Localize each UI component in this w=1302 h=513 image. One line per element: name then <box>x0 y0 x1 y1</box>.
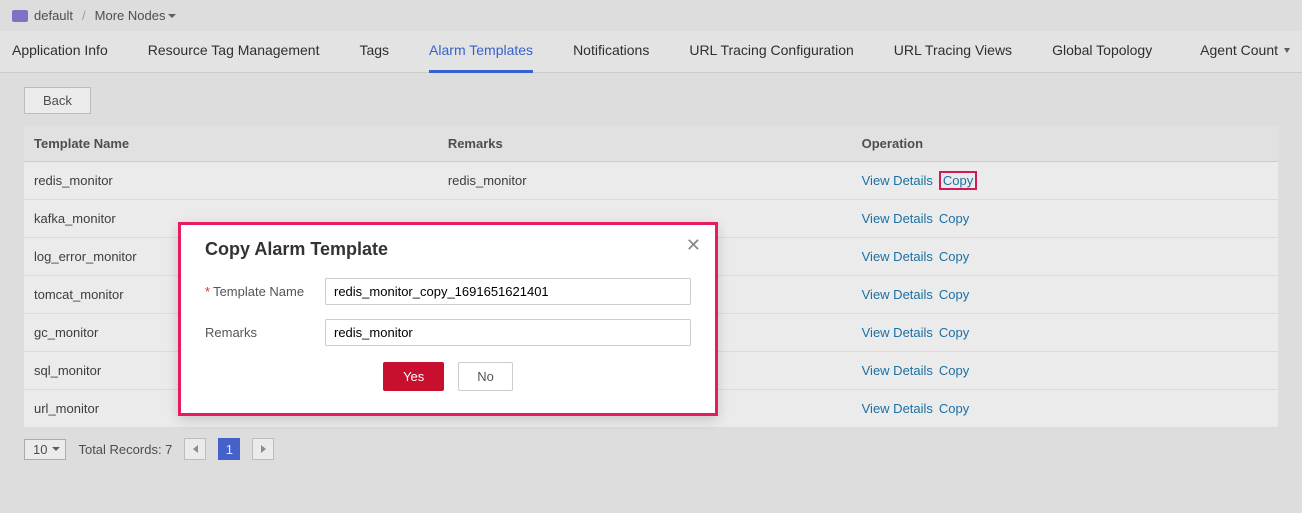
chevron-left-icon <box>193 445 198 453</box>
remarks-input[interactable] <box>325 319 691 346</box>
col-operation: Operation <box>852 126 1278 162</box>
tab-alarm-templates[interactable]: Alarm Templates <box>429 31 533 73</box>
cell-operation: View Details Copy <box>852 200 1278 238</box>
page-number-current[interactable]: 1 <box>218 438 240 460</box>
label-template-name: Template Name <box>205 284 315 299</box>
view-details-link[interactable]: View Details <box>862 287 933 302</box>
cell-remarks: redis_monitor <box>438 162 852 200</box>
back-button[interactable]: Back <box>24 87 91 114</box>
breadcrumb: default / More Nodes <box>0 0 1302 31</box>
tab-global-topology[interactable]: Global Topology <box>1052 31 1152 73</box>
copy-link[interactable]: Copy <box>939 325 969 340</box>
breadcrumb-separator: / <box>82 8 86 23</box>
chevron-down-icon <box>1284 48 1290 53</box>
copy-link[interactable]: Copy <box>939 171 977 190</box>
copy-link[interactable]: Copy <box>939 401 969 416</box>
tab-notifications[interactable]: Notifications <box>573 31 649 73</box>
view-details-link[interactable]: View Details <box>862 211 933 226</box>
tab-agent-count[interactable]: Agent Count <box>1200 31 1290 73</box>
breadcrumb-app[interactable]: default <box>34 8 73 23</box>
tab-tags[interactable]: Tags <box>359 31 389 73</box>
no-button[interactable]: No <box>458 362 513 391</box>
view-details-link[interactable]: View Details <box>862 325 933 340</box>
total-records: Total Records: 7 <box>78 442 172 457</box>
copy-link[interactable]: Copy <box>939 211 969 226</box>
col-template-name: Template Name <box>24 126 438 162</box>
cell-operation: View Details Copy <box>852 238 1278 276</box>
view-details-link[interactable]: View Details <box>862 401 933 416</box>
tab-url-tracing-views[interactable]: URL Tracing Views <box>894 31 1012 73</box>
cell-template-name: redis_monitor <box>24 162 438 200</box>
next-page-button[interactable] <box>252 438 274 460</box>
cell-operation: View Details Copy <box>852 352 1278 390</box>
tab-bar: Application Info Resource Tag Management T… <box>0 31 1302 73</box>
breadcrumb-more-nodes[interactable]: More Nodes <box>95 8 177 23</box>
breadcrumb-more-label: More Nodes <box>95 8 166 23</box>
yes-button[interactable]: Yes <box>383 362 444 391</box>
page-size-select[interactable]: 10 <box>24 439 66 460</box>
chevron-right-icon <box>261 445 266 453</box>
copy-link[interactable]: Copy <box>939 249 969 264</box>
prev-page-button[interactable] <box>184 438 206 460</box>
chevron-down-icon <box>168 14 176 18</box>
tab-resource-tag-management[interactable]: Resource Tag Management <box>148 31 320 73</box>
template-name-input[interactable] <box>325 278 691 305</box>
cell-operation: View Details Copy <box>852 390 1278 428</box>
pagination: 10 Total Records: 7 1 <box>24 438 1278 460</box>
view-details-link[interactable]: View Details <box>862 249 933 264</box>
cell-operation: View Details Copy <box>852 162 1278 200</box>
cell-operation: View Details Copy <box>852 314 1278 352</box>
close-icon[interactable]: ✕ <box>686 235 701 256</box>
col-remarks: Remarks <box>438 126 852 162</box>
modal-title: Copy Alarm Template <box>205 239 691 260</box>
copy-link[interactable]: Copy <box>939 363 969 378</box>
view-details-link[interactable]: View Details <box>862 173 933 188</box>
cell-operation: View Details Copy <box>852 276 1278 314</box>
table-row: redis_monitorredis_monitor View Details Co… <box>24 162 1278 200</box>
view-details-link[interactable]: View Details <box>862 363 933 378</box>
copy-link[interactable]: Copy <box>939 287 969 302</box>
tab-url-tracing-configuration[interactable]: URL Tracing Configuration <box>689 31 853 73</box>
tab-application-info[interactable]: Application Info <box>12 31 108 73</box>
copy-alarm-template-modal: ✕ Copy Alarm Template Template Name Rema… <box>178 222 718 416</box>
label-remarks: Remarks <box>205 325 315 340</box>
app-icon <box>12 10 28 22</box>
